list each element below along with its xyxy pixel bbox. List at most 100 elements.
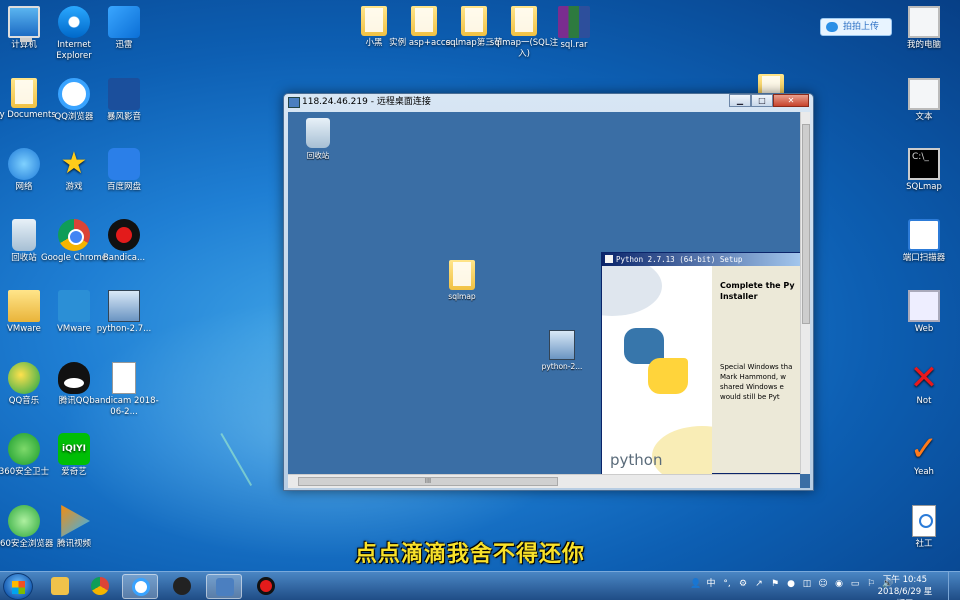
folder-icon bbox=[51, 577, 69, 595]
text-window-icon bbox=[908, 78, 940, 110]
bandicam-icon bbox=[257, 577, 275, 595]
folder-icon bbox=[461, 6, 487, 36]
system-tray: 👤 中 °, ⚙ ↗ ⚑ ● ◫ ☺ ◉ ▭ ⚐ 🔊 bbox=[690, 579, 893, 589]
remote-icon-sqlmap[interactable]: sqlmap bbox=[432, 260, 492, 301]
setup-title: Python 2.7.13 (64-bit) Setup bbox=[602, 253, 805, 266]
chrome-icon bbox=[58, 219, 90, 251]
folder-icon bbox=[449, 260, 475, 290]
python-setup-window[interactable]: Python 2.7.13 (64-bit) Setup python Comp… bbox=[601, 252, 806, 475]
folder-icon bbox=[411, 6, 437, 36]
flag-icon[interactable]: ⚑ bbox=[770, 579, 780, 589]
recycle-bin-icon bbox=[12, 219, 36, 251]
desktop-icon-social[interactable]: 社工 bbox=[889, 505, 959, 550]
taskbar-qq-browser[interactable] bbox=[122, 574, 158, 599]
xunlei-icon bbox=[108, 6, 140, 38]
close-button[interactable]: ✕ bbox=[773, 94, 809, 107]
check-mark-icon: ✓ bbox=[909, 429, 939, 469]
scanner-icon bbox=[908, 219, 940, 251]
qq-tray-icon[interactable]: ☺ bbox=[818, 579, 828, 589]
remote-icon-recycle-bin[interactable]: 回收站 bbox=[288, 118, 348, 161]
baofeng-icon bbox=[108, 78, 140, 110]
desktop-icon-text[interactable]: 文本 bbox=[889, 78, 959, 123]
taskbar-chrome[interactable] bbox=[82, 574, 118, 599]
maximize-button[interactable]: □ bbox=[751, 94, 773, 107]
chrome-icon bbox=[91, 577, 109, 595]
x-mark-icon: ✕ bbox=[909, 358, 939, 398]
desktop-icon-port-scanner[interactable]: 端口扫描器 bbox=[889, 219, 959, 264]
folder-icon bbox=[11, 78, 37, 108]
desktop-icon-iqiyi[interactable]: iQIYI 爱奇艺 bbox=[39, 433, 109, 478]
desktop-icon-baidu-netdisk[interactable]: 百度网盘 bbox=[89, 148, 159, 193]
taskbar-explorer[interactable] bbox=[42, 574, 78, 599]
scroll-thumb[interactable]: III bbox=[298, 477, 558, 486]
python-wordmark: python bbox=[610, 451, 663, 469]
recycle-bin-icon bbox=[306, 118, 330, 148]
window-controls: ▁ □ ✕ bbox=[729, 94, 809, 107]
baidu-netdisk-icon bbox=[108, 148, 140, 180]
punctuation-icon[interactable]: °, bbox=[722, 579, 732, 589]
desktop-icon-sql-rar[interactable]: sql.rar bbox=[539, 6, 609, 51]
desktop-icon-xunlei[interactable]: 迅雷 bbox=[89, 6, 159, 51]
media-icon bbox=[173, 577, 191, 595]
taskbar-bandicam[interactable] bbox=[248, 574, 284, 599]
remote-icon-python-installer[interactable]: python-2... bbox=[532, 330, 592, 371]
desktop-icon-tencent-video[interactable]: 腾讯视频 bbox=[39, 505, 109, 550]
tencent-video-icon bbox=[61, 505, 90, 537]
desktop-icon-yeah[interactable]: ✓ Yeah bbox=[889, 429, 959, 478]
computer-icon bbox=[8, 6, 40, 42]
rar-icon bbox=[558, 6, 590, 38]
network-tray-icon[interactable]: ◫ bbox=[802, 579, 812, 589]
desktop-icon-not[interactable]: ✕ Not bbox=[889, 358, 959, 407]
setup-body: Special Windows tha Mark Hammond, w shar… bbox=[720, 363, 793, 401]
monitor-tray-icon[interactable]: ▭ bbox=[850, 579, 860, 589]
vertical-scrollbar[interactable] bbox=[800, 112, 810, 474]
qq-browser-icon bbox=[58, 78, 90, 110]
iqiyi-icon: iQIYI bbox=[58, 433, 90, 465]
monitor-icon bbox=[908, 6, 940, 38]
search-doc-icon bbox=[912, 505, 936, 537]
python-logo-icon bbox=[624, 328, 688, 394]
web-icon bbox=[908, 290, 940, 322]
clock[interactable]: 下午 10:45 2018/6/29 星期五 bbox=[874, 574, 936, 600]
vmware-icon bbox=[58, 290, 90, 322]
taskbar-media[interactable] bbox=[164, 574, 200, 599]
desktop-icon-sqlmap[interactable]: C:\_ SQLmap bbox=[889, 148, 959, 193]
remote-desktop-view[interactable]: 回收站 sqlmap python-2... Python 2.7.13 (64… bbox=[288, 112, 810, 488]
avi-file-icon bbox=[112, 362, 136, 394]
cmd-icon: C:\_ bbox=[908, 148, 940, 180]
taskbar-remote-desktop[interactable] bbox=[206, 574, 242, 599]
installer-icon bbox=[108, 290, 140, 322]
record-icon[interactable]: ● bbox=[786, 579, 796, 589]
remote-desktop-icon bbox=[216, 578, 234, 596]
folder-icon bbox=[361, 6, 387, 36]
desktop-icon-python-installer[interactable]: python-2.7... bbox=[89, 290, 159, 335]
qq-music-icon bbox=[8, 362, 40, 394]
video-subtitle: 点点滴滴我舍不得还你 bbox=[355, 542, 586, 567]
360-browser-icon bbox=[8, 505, 40, 537]
desktop-icon-baofeng[interactable]: 暴风影音 bbox=[89, 78, 159, 123]
start-button[interactable] bbox=[3, 573, 33, 600]
share-icon[interactable]: ↗ bbox=[754, 579, 764, 589]
show-desktop-button[interactable] bbox=[948, 572, 960, 600]
ime-indicator[interactable]: 中 bbox=[706, 579, 716, 589]
settings-icon[interactable]: ⚙ bbox=[738, 579, 748, 589]
desktop-icon-web[interactable]: Web bbox=[889, 290, 959, 335]
user-icon[interactable]: 👤 bbox=[690, 579, 701, 589]
setup-banner: python bbox=[602, 266, 712, 475]
horizontal-scrollbar[interactable]: III bbox=[288, 474, 800, 488]
qq-icon bbox=[58, 362, 90, 394]
setup-content: Complete the Py Installer Special Window… bbox=[720, 266, 805, 402]
bandicam-icon bbox=[108, 219, 140, 251]
network-icon bbox=[8, 148, 40, 180]
qq-browser-icon bbox=[132, 578, 150, 596]
desktop-icon-bandicam-avi[interactable]: bandicam 2018-06-2... bbox=[89, 362, 159, 418]
upload-button[interactable]: 拍拍上传 bbox=[820, 18, 893, 36]
remote-desktop-window[interactable]: 118.24.46.219 - 远程桌面连接 ▁ □ ✕ 回收站 sqlmap … bbox=[283, 93, 814, 491]
taskbar: 👤 中 °, ⚙ ↗ ⚑ ● ◫ ☺ ◉ ▭ ⚐ 🔊 下午 10:45 2018… bbox=[0, 571, 960, 600]
minimize-button[interactable]: ▁ bbox=[729, 94, 751, 107]
installer-icon bbox=[549, 330, 575, 360]
desktop-icon-my-computer[interactable]: 我的电脑 bbox=[889, 6, 959, 51]
security-icon[interactable]: ◉ bbox=[834, 579, 844, 589]
desktop-icon-bandicam[interactable]: Bandica... bbox=[89, 219, 159, 264]
setup-heading: Complete the Py Installer bbox=[720, 281, 795, 301]
